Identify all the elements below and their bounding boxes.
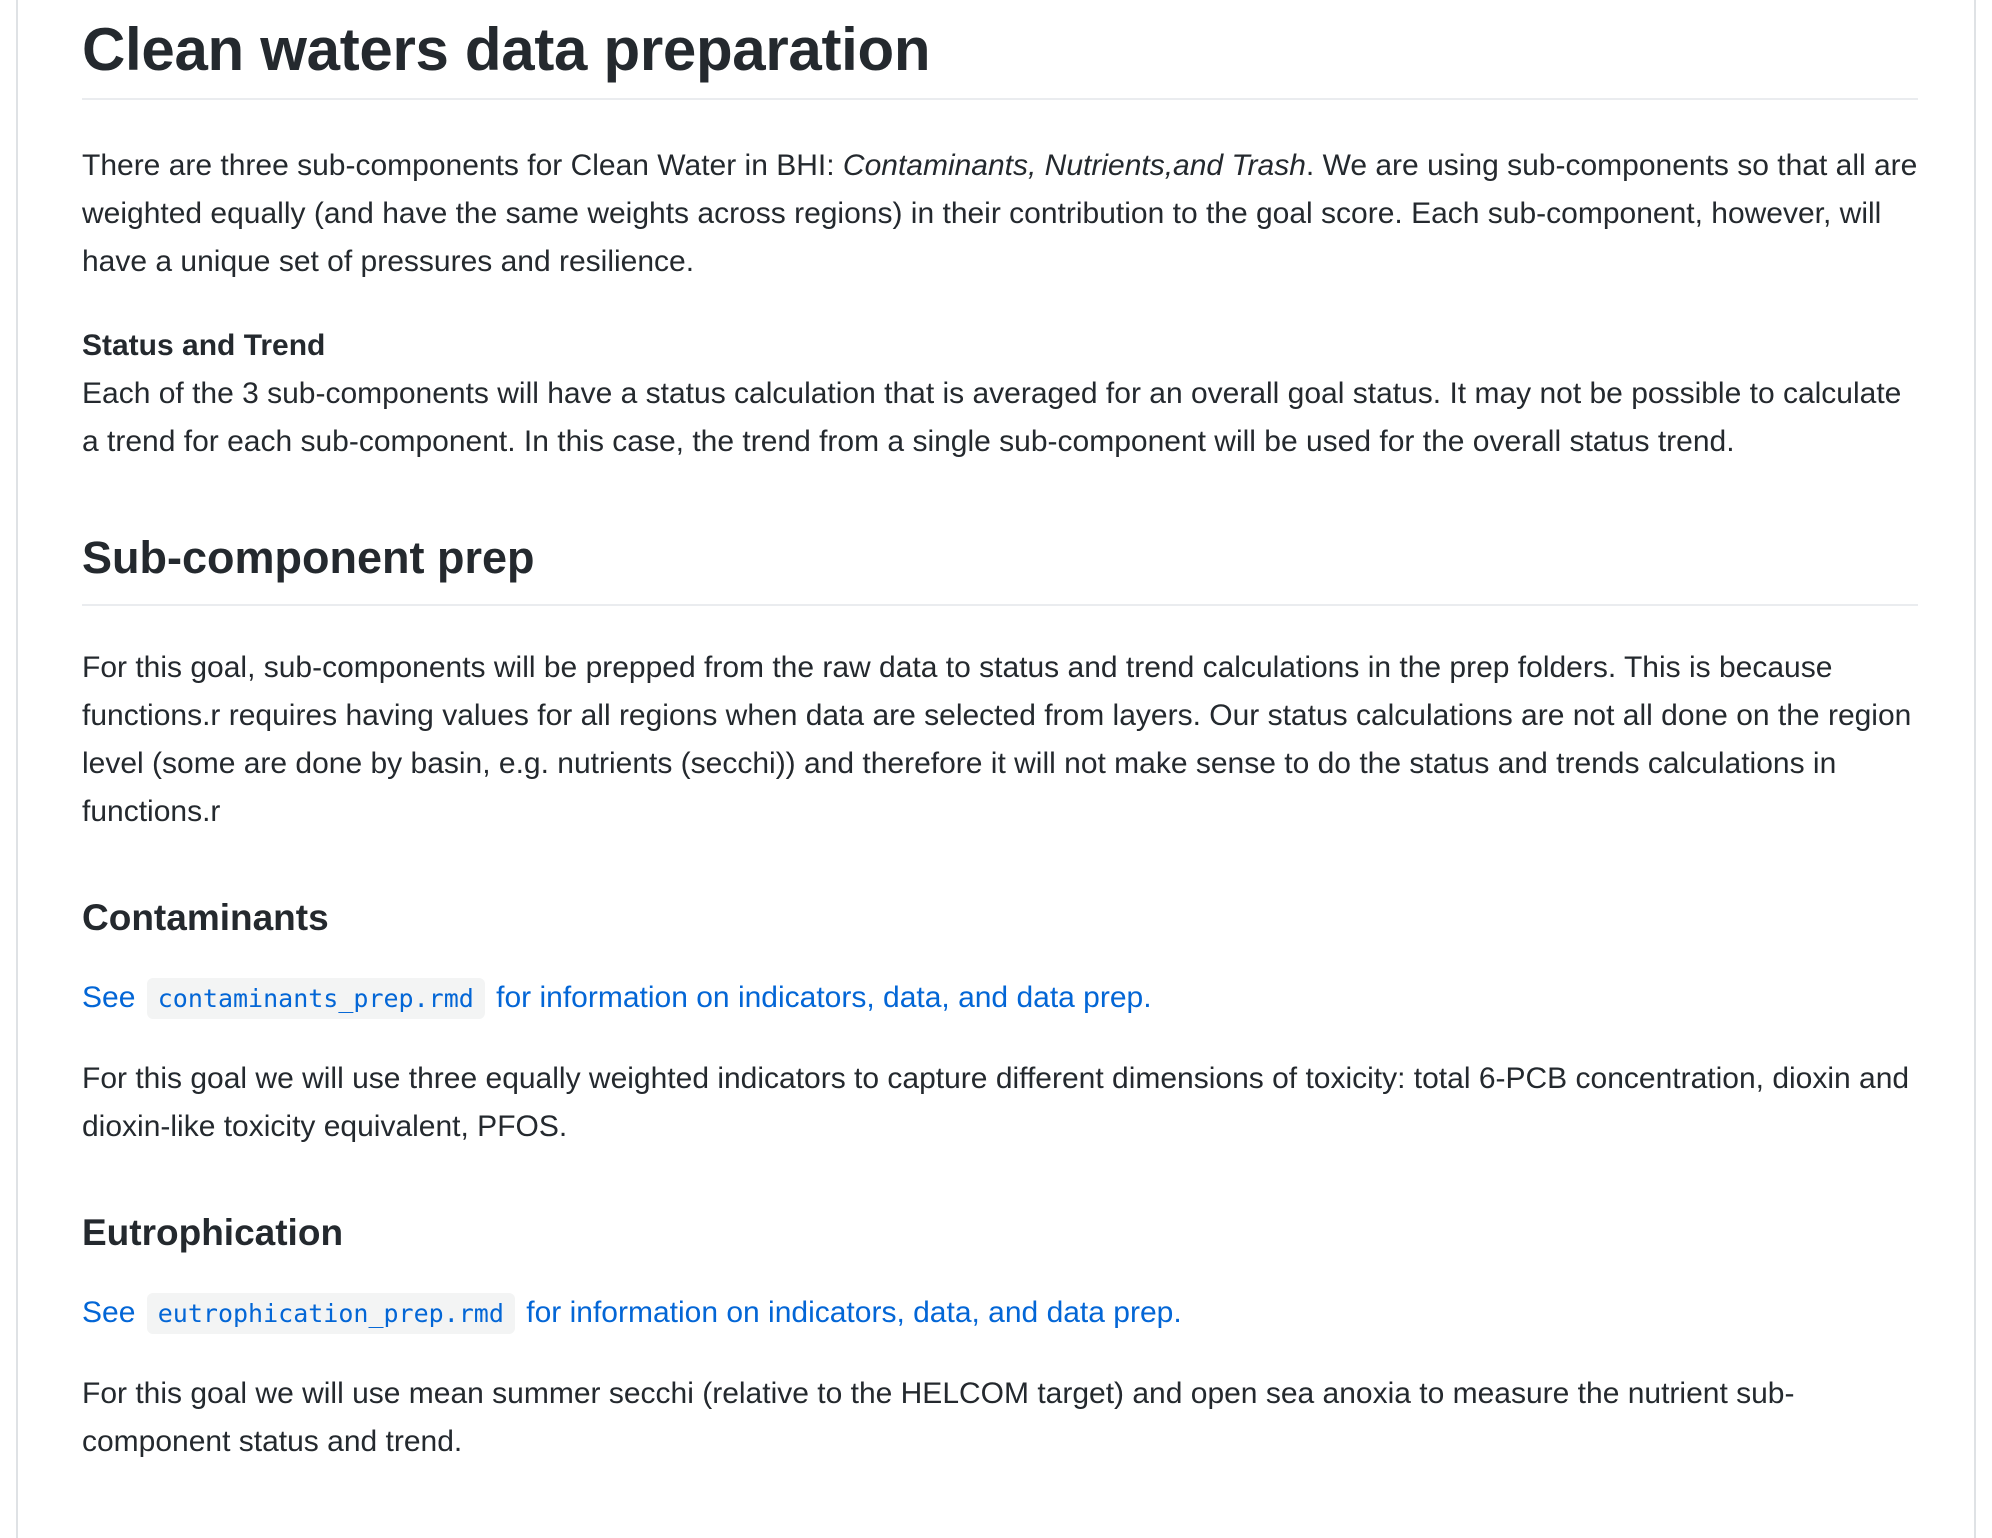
status-trend-paragraph: Status and Trend Each of the 3 sub-compo… (82, 322, 1918, 466)
eutrophication-link-prefix[interactable]: See (82, 1296, 135, 1329)
intro-paragraph: There are three sub-components for Clean… (82, 142, 1918, 286)
eutrophication-heading: Eutrophication (82, 1212, 344, 1253)
subcomponent-prep-text: For this goal, sub-components will be pr… (82, 651, 1912, 828)
subcomponent-prep-heading: Sub-component prep (82, 526, 1918, 606)
document-body: Clean waters data preparation There are … (82, 0, 1918, 1466)
contaminants-link-prefix[interactable]: See (82, 981, 135, 1014)
contaminants-link[interactable]: See contaminants_prep.rmd for informatio… (82, 974, 1918, 1023)
intro-emphasis: Contaminants, Nutrients,and Trash (842, 149, 1306, 182)
eutrophication-link-suffix[interactable]: for information on indicators, data, and… (526, 1296, 1181, 1329)
contaminants-heading: Contaminants (82, 897, 329, 938)
eutrophication-link-code[interactable]: eutrophication_prep.rmd (146, 1293, 515, 1334)
contaminants-link-suffix[interactable]: for information on indicators, data, and… (496, 981, 1151, 1014)
contaminants-text: For this goal we will use three equally … (82, 1062, 1910, 1143)
status-trend-heading: Status and Trend (82, 329, 326, 362)
page-title: Clean waters data preparation (82, 0, 1918, 100)
eutrophication-link[interactable]: See eutrophication_prep.rmd for informat… (82, 1289, 1918, 1338)
intro-text-start: There are three sub-components for Clean… (82, 149, 843, 182)
status-trend-text: Each of the 3 sub-components will have a… (82, 377, 1902, 458)
contaminants-link-code[interactable]: contaminants_prep.rmd (146, 978, 485, 1019)
eutrophication-text: For this goal we will use mean summer se… (82, 1377, 1795, 1458)
